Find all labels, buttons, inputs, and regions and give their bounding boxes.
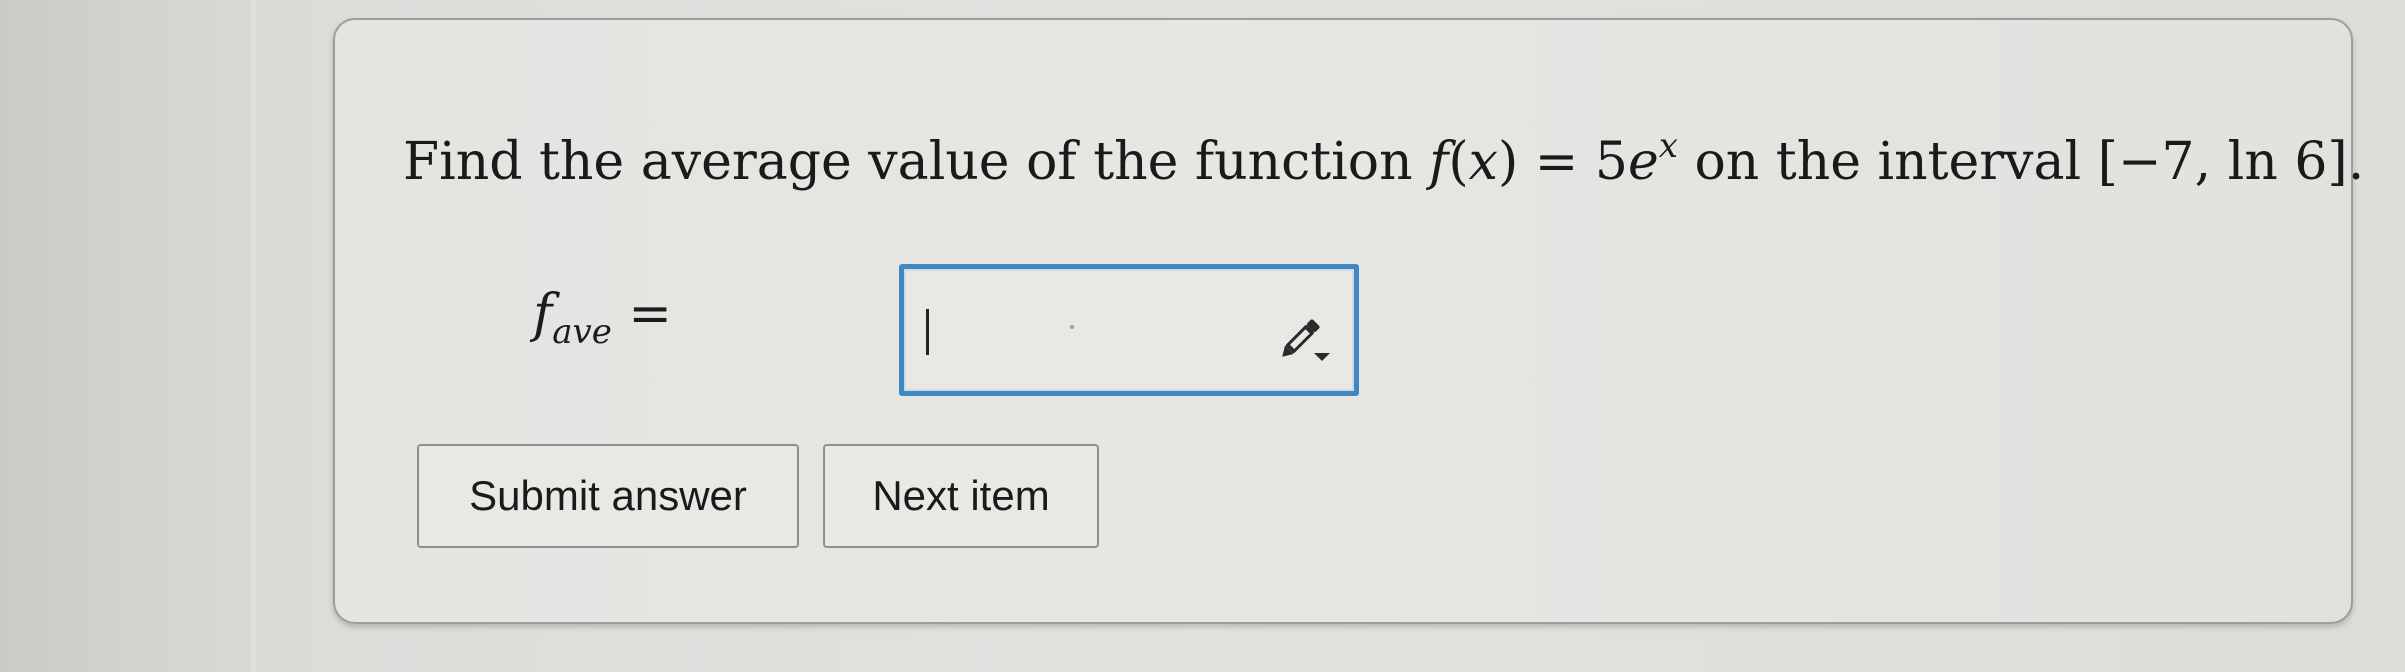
answer-label-f: f: [533, 284, 553, 344]
question-interval: on the interval [−7, ln 6].: [1677, 132, 2365, 192]
function-base: e: [1627, 132, 1659, 192]
next-item-button[interactable]: Next item: [823, 444, 1099, 548]
answer-label-equals: =: [611, 284, 672, 344]
function-variable: x: [1468, 132, 1498, 192]
function-close-paren: ): [1497, 132, 1519, 192]
input-dust-speck: [1070, 325, 1074, 329]
question-text: Find the average value of the function f…: [403, 116, 2364, 192]
function-equals: = 5: [1518, 132, 1628, 192]
function-open-paren: (: [1448, 132, 1469, 192]
answer-label: fave =: [533, 286, 672, 360]
answer-row: fave =: [533, 246, 1359, 396]
question-prefix: Find the average value of the function: [403, 132, 1430, 192]
answer-input[interactable]: [899, 264, 1359, 396]
answer-label-subscript: ave: [552, 312, 612, 352]
question-card: Find the average value of the function f…: [333, 18, 2364, 624]
function-name: f: [1429, 132, 1449, 192]
pencil-dropdown-icon[interactable]: [1274, 311, 1336, 365]
submit-answer-button[interactable]: Submit answer: [417, 444, 799, 548]
action-buttons: Submit answer Next item: [417, 444, 1217, 548]
page-shadow-edge: [250, 0, 258, 672]
text-caret: [926, 309, 929, 355]
function-exponent: x: [1658, 126, 1678, 166]
